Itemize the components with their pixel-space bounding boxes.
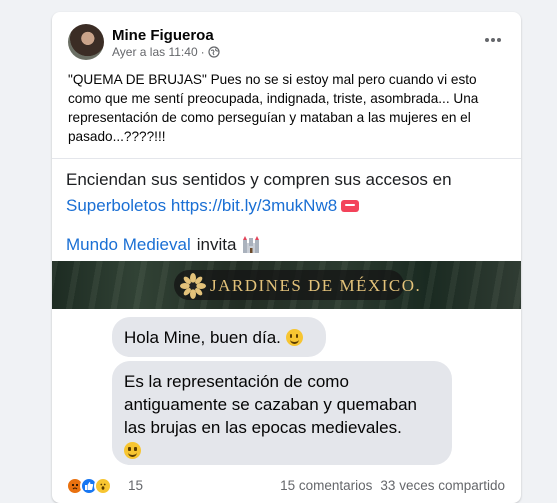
chat-area: Hola Mine, buen día. Es la representació… [52,309,521,465]
reaction-count[interactable]: 15 [128,478,143,493]
flower-logo-icon [180,273,206,299]
wink-emoji-icon [124,442,141,459]
more-options-button[interactable] [481,28,505,52]
ticket-icon [341,200,360,212]
reaction-icons[interactable] [66,477,112,495]
post-header: Mine Figueroa Ayer a las 11:40 · [52,12,521,70]
page-name[interactable]: Mundo Medieval [66,235,191,255]
meta-separator: · [200,45,205,59]
chat-bubble-2: Es la representación de como antiguament… [112,361,452,465]
shares-count[interactable]: 33 veces compartido [380,478,505,493]
chat-bubble-1: Hola Mine, buen día. [112,317,326,357]
more-options-icon [485,38,501,42]
promo-text: Enciendan sus sentidos y compren sus acc… [66,167,452,219]
author-name[interactable]: Mine Figueroa [112,27,214,44]
post-card: Mine Figueroa Ayer a las 11:40 · "QUEMA … [52,12,521,503]
chat-message-2: Es la representación de como antiguament… [124,372,417,437]
globe-icon[interactable] [208,46,220,58]
timestamp[interactable]: Ayer a las 11:40 [112,45,198,59]
comments-count[interactable]: 15 comentarios [280,478,372,493]
post-caption: "QUEMA DE BRUJAS" Pues no se si estoy ma… [68,72,479,144]
avatar[interactable] [68,24,104,60]
shared-screenshot[interactable]: Enciendan sus sentidos y compren sus acc… [52,158,521,465]
invite-text: invita [196,235,237,254]
page-invite: Mundo Medieval invita [66,235,260,255]
promo-line: Enciendan sus sentidos y compren sus acc… [66,170,452,189]
promo-link-line: Superboletos https://bit.ly/3mukNw8 [66,193,452,219]
post-footer: 15 15 comentarios 33 veces compartido [52,468,521,503]
castle-icon [243,236,260,253]
event-banner[interactable]: JARDINES DE MÉXICO. [52,261,521,309]
promo-link[interactable]: Superboletos https://bit.ly/3mukNw8 [66,196,337,215]
chat-message-1: Hola Mine, buen día. [124,328,281,347]
post-stats: 15 comentarios 33 veces compartido [280,478,505,493]
banner-brand: JARDINES DE MÉXICO. [210,276,422,295]
wow-icon [94,477,112,495]
smile-emoji-icon [285,329,303,346]
post-meta: Ayer a las 11:40 · [112,45,220,59]
